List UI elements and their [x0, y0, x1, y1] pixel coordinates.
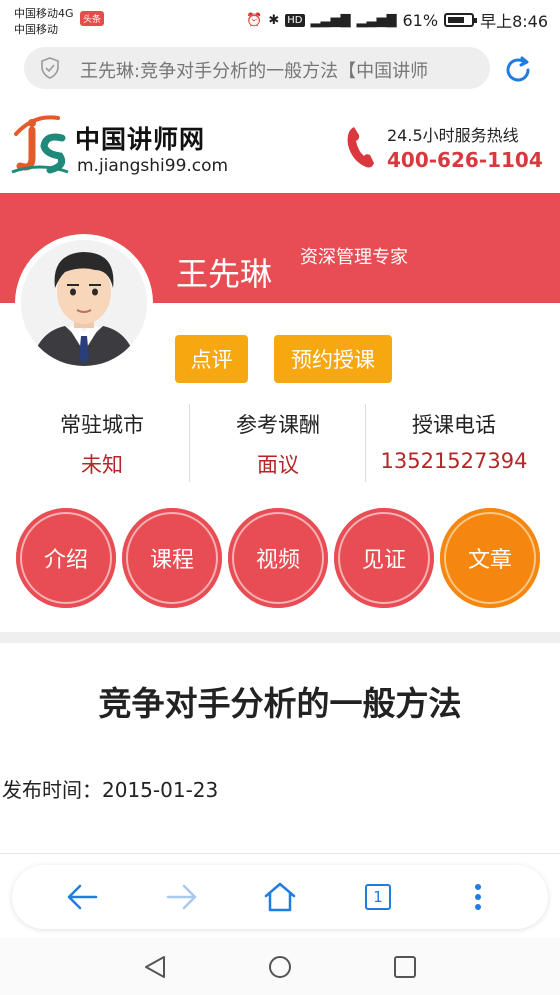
triangle-back-icon: [145, 956, 165, 978]
home-icon: [264, 882, 296, 912]
back-button[interactable]: [58, 873, 106, 921]
avatar: [21, 240, 147, 366]
clock: 早上8:46: [480, 12, 548, 31]
logo-url[interactable]: m.jiangshi99.com: [77, 156, 228, 176]
system-recents-button[interactable]: [390, 952, 420, 982]
avatar-illustration: [21, 240, 147, 366]
url-field[interactable]: 王先琳:竞争对手分析的一般方法【中国讲师: [24, 47, 490, 89]
signal-icon: ▂▃▅▇: [356, 12, 397, 28]
news-app-badge: 头条: [80, 11, 105, 26]
battery-icon: [444, 13, 478, 27]
circle-home-icon: [269, 956, 291, 978]
forward-button[interactable]: [158, 873, 206, 921]
menu-button[interactable]: [454, 873, 502, 921]
signal-4g-icon: ▂▃▅▇: [310, 12, 351, 28]
status-bar: 中国移动4G 中国移动 头条 ⏰ ✱ HD ▂▃▅▇ ▂▃▅▇ 61% 早上8:…: [0, 0, 560, 40]
info-value-phone[interactable]: 13521527394: [366, 449, 542, 473]
tabs-button[interactable]: 1: [354, 873, 402, 921]
refresh-icon[interactable]: [500, 52, 536, 88]
publish-date: 2015-01-23: [102, 778, 219, 802]
square-recents-icon: [394, 956, 416, 978]
section-separator: [0, 632, 560, 643]
hotline-number[interactable]: 400-626-1104: [387, 148, 543, 172]
info-label: 常驻城市: [60, 413, 144, 437]
shield-icon: [41, 57, 59, 79]
article-title: 竞争对手分析的一般方法: [98, 684, 462, 723]
tabs-count: 1: [365, 884, 391, 910]
address-bar: 王先琳:竞争对手分析的一般方法【中国讲师: [0, 40, 560, 98]
review-button[interactable]: 点评: [175, 335, 248, 383]
status-icons: ⏰ ✱ HD ▂▃▅▇ ▂▃▅▇ 61% 早上8:46: [246, 8, 548, 32]
logo-text[interactable]: 中国讲师网: [75, 120, 205, 156]
arrow-left-icon: [67, 884, 98, 910]
browser-toolbar: 1: [12, 865, 548, 929]
bluetooth-icon: ✱: [268, 12, 280, 28]
carrier-2: 中国移动: [14, 23, 58, 36]
carrier-1: 中国移动4G: [14, 7, 74, 20]
nav-courses[interactable]: 课程: [122, 508, 222, 608]
alarm-icon: ⏰: [246, 12, 263, 28]
info-city: 常驻城市 未知: [14, 404, 190, 484]
nav-testimonials[interactable]: 见证: [334, 508, 434, 608]
info-label: 参考课酬: [236, 413, 320, 437]
android-navigation-bar: [0, 938, 560, 995]
teacher-name: 王先琳: [176, 255, 273, 293]
publish-info: 发布时间：2015-01-23: [2, 774, 218, 803]
more-vertical-icon: [475, 884, 481, 910]
home-button[interactable]: [256, 873, 304, 921]
nav-intro[interactable]: 介绍: [16, 508, 116, 608]
info-fee: 参考课酬 面议: [190, 404, 366, 484]
teacher-title: 资深管理专家: [300, 247, 408, 268]
hd-icon: HD: [285, 13, 305, 27]
site-header: 中国讲师网 m.jiangshi99.com 24.5小时服务热线 400-62…: [0, 98, 560, 193]
phone-icon[interactable]: [344, 123, 380, 171]
arrow-right-icon: [166, 884, 197, 910]
book-course-button[interactable]: 预约授课: [274, 335, 392, 383]
hotline-label: 24.5小时服务热线: [387, 126, 519, 145]
page-title-in-url: 王先琳:竞争对手分析的一般方法【中国讲师: [80, 61, 429, 82]
info-value: 未知: [81, 453, 123, 477]
nav-articles[interactable]: 文章: [440, 508, 540, 608]
info-label: 授课电话: [412, 413, 496, 437]
toolbar-divider: [0, 853, 560, 854]
info-phone: 授课电话 13521527394: [366, 404, 542, 484]
nav-videos[interactable]: 视频: [228, 508, 328, 608]
system-home-button[interactable]: [265, 952, 295, 982]
info-value: 面议: [257, 453, 299, 477]
site-logo-icon[interactable]: [10, 112, 70, 178]
publish-label: 发布时间：: [2, 778, 102, 802]
battery-percent: 61%: [402, 10, 439, 30]
system-back-button[interactable]: [140, 952, 170, 982]
